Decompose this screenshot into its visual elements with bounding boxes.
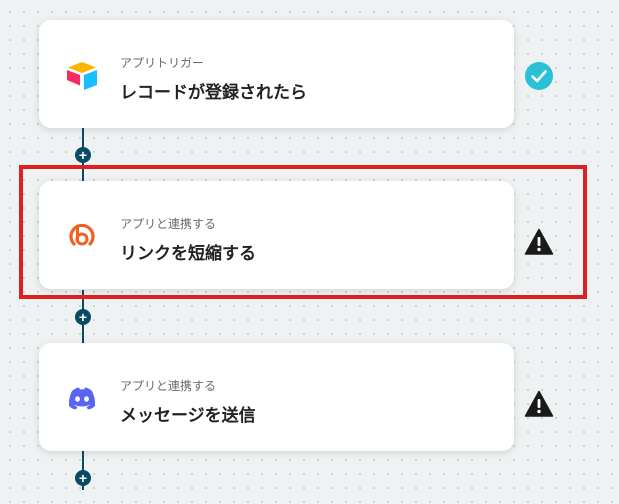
step-subtitle: アプリと連携する: [120, 379, 217, 393]
add-step-button[interactable]: +: [75, 309, 91, 325]
discord-icon: [68, 387, 96, 410]
airtable-icon: [67, 62, 97, 90]
flow-step-card-send-message[interactable]: アプリと連携する メッセージを送信: [39, 343, 514, 451]
add-step-button[interactable]: +: [75, 470, 91, 486]
step-title: レコードが登録されたら: [120, 83, 307, 102]
highlight-annotation-box: [19, 165, 587, 299]
step-subtitle: アプリトリガー: [120, 56, 205, 70]
step-title: メッセージを送信: [120, 406, 256, 425]
add-step-button[interactable]: +: [75, 147, 91, 163]
warning-triangle-icon: [524, 390, 554, 417]
check-circle-icon: [525, 62, 553, 90]
flow-step-card-trigger[interactable]: アプリトリガー レコードが登録されたら: [39, 20, 514, 128]
